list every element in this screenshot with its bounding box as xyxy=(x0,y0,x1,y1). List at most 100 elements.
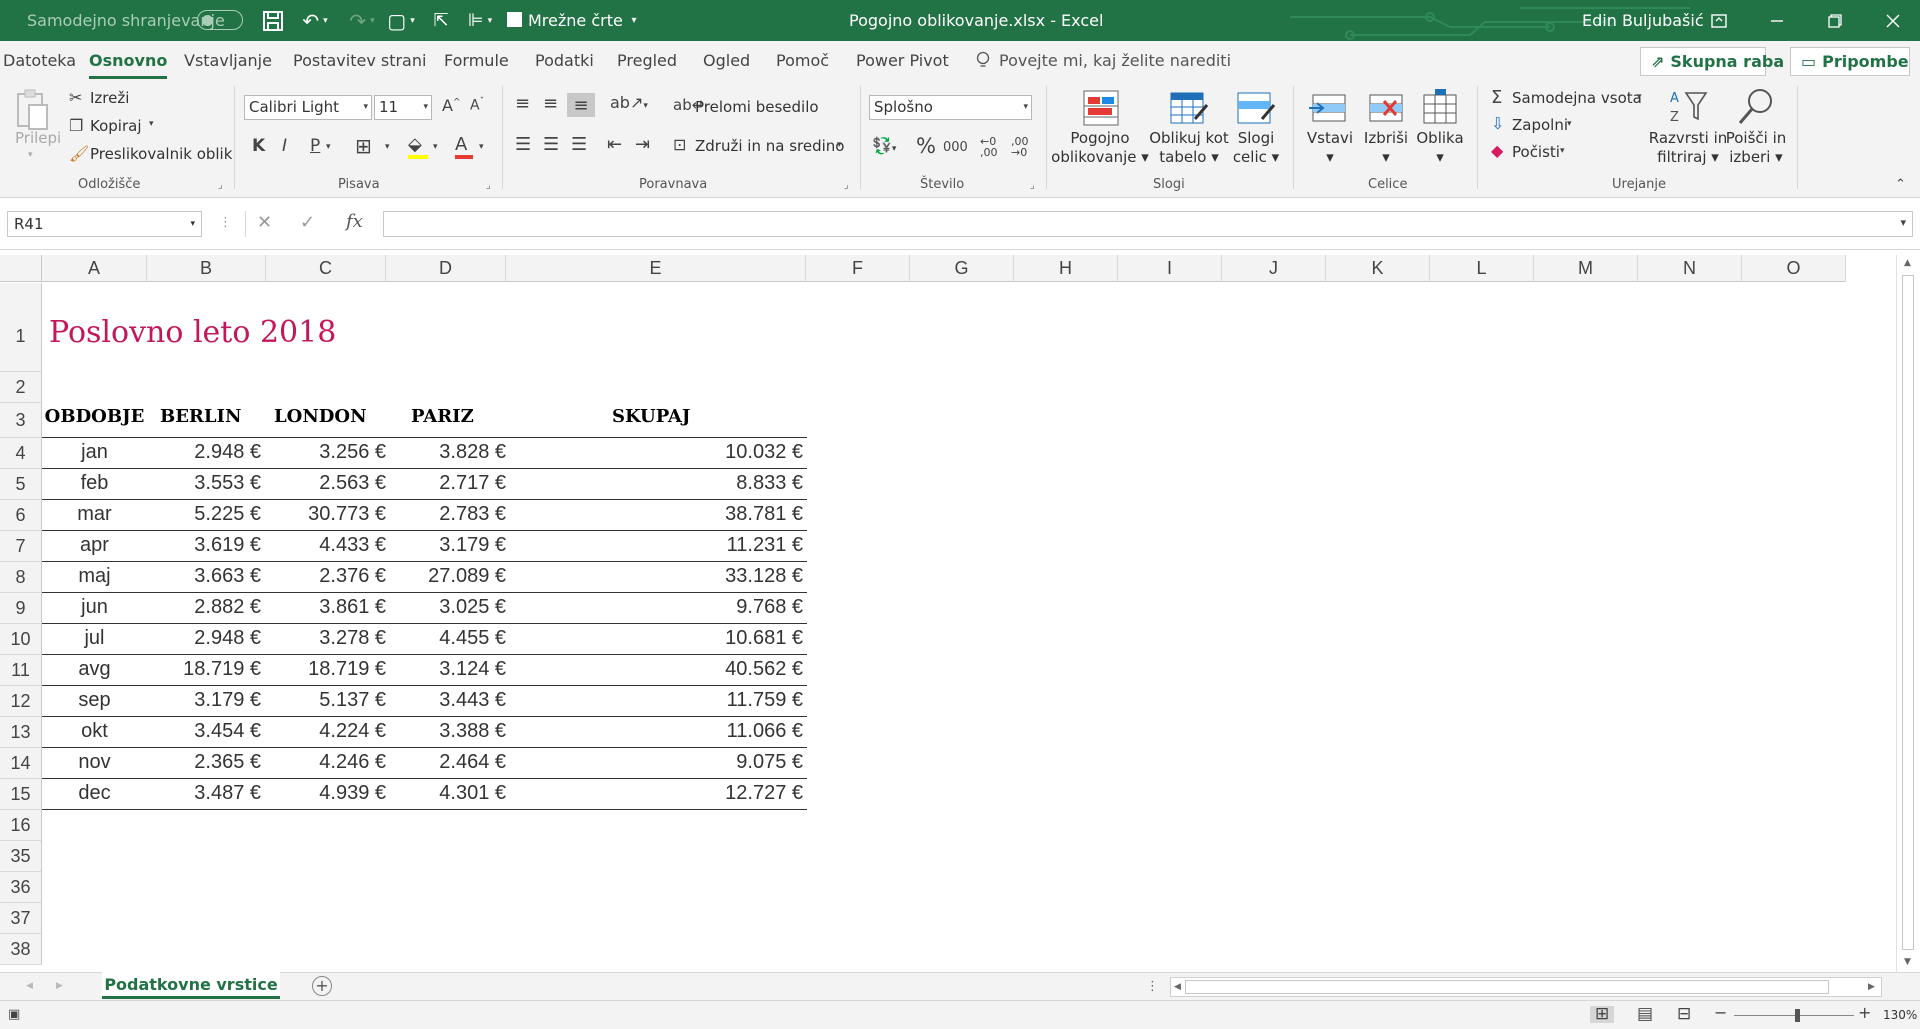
row-header[interactable]: 16 xyxy=(0,810,42,841)
select-all-corner[interactable] xyxy=(0,255,42,282)
sheet-tab-active[interactable]: Podatkovne vrstice xyxy=(102,972,280,999)
tab-power-pivot[interactable]: Power Pivot xyxy=(856,41,949,81)
column-header[interactable]: G xyxy=(910,255,1014,282)
cell-total[interactable]: 40.562 € xyxy=(506,658,803,681)
underline-dropdown-icon[interactable]: ▾ xyxy=(326,143,331,152)
cell-paris[interactable]: 3.443 € xyxy=(386,689,506,712)
conditional-formatting-button[interactable]: Pogojno oblikovanje ▾ xyxy=(1050,129,1150,167)
insert-cells-button[interactable]: Vstavi ▾ xyxy=(1300,129,1360,167)
zoom-out-icon[interactable]: − xyxy=(1714,1005,1727,1021)
cell-styles-icon[interactable] xyxy=(1236,89,1276,129)
header-total[interactable]: SKUPAJ xyxy=(612,406,690,427)
cell-total[interactable]: 33.128 € xyxy=(506,565,803,588)
tab-home[interactable]: Osnovno xyxy=(89,41,168,81)
format-cells-button[interactable]: Oblika ▾ xyxy=(1410,129,1470,167)
cell-period[interactable]: dec xyxy=(42,782,147,805)
cell-total[interactable]: 9.075 € xyxy=(506,751,803,774)
percent-icon[interactable]: % xyxy=(916,136,936,157)
cell-total[interactable]: 38.781 € xyxy=(506,503,803,526)
tell-me-box[interactable]: Povejte mi, kaj želite narediti xyxy=(975,41,1231,81)
cell-berlin[interactable]: 3.553 € xyxy=(147,472,261,495)
paste-icon[interactable] xyxy=(15,89,49,131)
align-middle-icon[interactable]: ≡ xyxy=(543,95,558,113)
cancel-icon[interactable]: ✕ xyxy=(257,212,272,238)
column-header[interactable]: M xyxy=(1534,255,1638,282)
cell-total[interactable]: 10.681 € xyxy=(506,627,803,650)
cell-period[interactable]: maj xyxy=(42,565,147,588)
row-header[interactable]: 36 xyxy=(0,872,42,903)
prev-sheet-icon[interactable]: ◀ xyxy=(26,981,33,991)
cell-total[interactable]: 8.833 € xyxy=(506,472,803,495)
cell-berlin[interactable]: 3.179 € xyxy=(147,689,261,712)
clear-dropdown-icon[interactable]: ▾ xyxy=(1560,147,1565,156)
scroll-left-icon[interactable]: ◀ xyxy=(1174,982,1181,992)
select-pointer-icon[interactable]: ⇱ xyxy=(430,0,452,41)
enter-icon[interactable]: ✓ xyxy=(300,212,315,238)
column-header[interactable]: E xyxy=(506,255,806,282)
row-header[interactable]: 8 xyxy=(0,562,42,593)
cell-london[interactable]: 4.433 € xyxy=(266,534,386,557)
row-header[interactable]: 5 xyxy=(0,469,42,500)
zoom-in-icon[interactable]: + xyxy=(1858,1005,1871,1021)
column-header[interactable]: K xyxy=(1326,255,1430,282)
row-header[interactable]: 15 xyxy=(0,779,42,810)
find-select-icon[interactable] xyxy=(1736,87,1776,127)
customize-qat-icon[interactable]: ▾ xyxy=(626,0,642,41)
macro-record-icon[interactable]: ▣ xyxy=(8,1008,20,1021)
collapse-ribbon-icon[interactable]: ⌃ xyxy=(1895,178,1906,191)
align-center-icon[interactable]: ☰ xyxy=(543,136,559,154)
comments-button[interactable]: ▭ Pripombe xyxy=(1790,47,1910,76)
align-bottom-icon[interactable]: ≡ xyxy=(567,93,595,117)
tab-help[interactable]: Pomoč xyxy=(776,41,829,81)
row-header[interactable]: 6 xyxy=(0,500,42,531)
find-select-button[interactable]: Poišči in izberi ▾ xyxy=(1716,129,1796,167)
format-cells-icon[interactable] xyxy=(1420,89,1460,129)
fill-color-icon[interactable]: ⬙ xyxy=(408,136,428,159)
cell-london[interactable]: 18.719 € xyxy=(266,658,386,681)
cell-berlin[interactable]: 2.948 € xyxy=(147,441,261,464)
clear-button[interactable]: Počisti xyxy=(1512,143,1560,161)
cell-london[interactable]: 3.861 € xyxy=(266,596,386,619)
wrap-text-button[interactable]: Prelomi besedilo xyxy=(695,98,819,116)
cell-berlin[interactable]: 2.948 € xyxy=(147,627,261,650)
cell-berlin[interactable]: 18.719 € xyxy=(147,658,261,681)
cell-london[interactable]: 2.376 € xyxy=(266,565,386,588)
autosum-dropdown-icon[interactable]: ▾ xyxy=(1637,93,1642,102)
cell-paris[interactable]: 3.828 € xyxy=(386,441,506,464)
cell-period[interactable]: mar xyxy=(42,503,147,526)
cell-london[interactable]: 4.246 € xyxy=(266,751,386,774)
column-header[interactable]: C xyxy=(266,255,386,282)
undo-icon[interactable]: ↶ ▾ xyxy=(297,0,333,41)
cell-london[interactable]: 4.224 € xyxy=(266,720,386,743)
cell-berlin[interactable]: 3.454 € xyxy=(147,720,261,743)
next-sheet-icon[interactable]: ▶ xyxy=(56,981,63,991)
column-header[interactable]: J xyxy=(1222,255,1326,282)
fill-button[interactable]: Zapolni xyxy=(1512,116,1568,134)
formula-input[interactable]: ▾ xyxy=(383,211,1913,237)
copy-label[interactable]: Kopiraj xyxy=(90,117,141,135)
format-painter-label[interactable]: Preslikovalnik oblik xyxy=(90,145,232,163)
cell-paris[interactable]: 3.025 € xyxy=(386,596,506,619)
vertical-scroll-thumb[interactable] xyxy=(1902,275,1914,950)
decrease-indent-icon[interactable]: ⇤ xyxy=(607,136,622,154)
header-berlin[interactable]: BERLIN xyxy=(160,406,241,427)
scroll-right-icon[interactable]: ▶ xyxy=(1868,982,1875,992)
font-color-dropdown-icon[interactable]: ▾ xyxy=(479,143,484,152)
column-header[interactable]: D xyxy=(386,255,506,282)
tab-page-layout[interactable]: Postavitev strani xyxy=(293,41,426,81)
row-header[interactable]: 3 xyxy=(0,403,42,438)
cell-london[interactable]: 2.563 € xyxy=(266,472,386,495)
cell-berlin[interactable]: 3.619 € xyxy=(147,534,261,557)
merge-dropdown-icon[interactable]: ▾ xyxy=(837,141,842,150)
tab-insert[interactable]: Vstavljanje xyxy=(184,41,272,81)
borders-icon[interactable]: ⊞ xyxy=(355,136,372,156)
share-button[interactable]: ⇗ Skupna raba xyxy=(1640,47,1784,76)
tab-data[interactable]: Podatki xyxy=(535,41,594,81)
row-header[interactable]: 7 xyxy=(0,531,42,562)
format-as-table-button[interactable]: Oblikuj kot tabelo ▾ xyxy=(1141,129,1237,167)
header-paris[interactable]: PARIZ xyxy=(411,406,474,427)
number-launcher-icon[interactable]: ⌟ xyxy=(1030,180,1035,191)
cell-london[interactable]: 4.939 € xyxy=(266,782,386,805)
font-name-select[interactable]: Calibri Light ▾ xyxy=(244,95,372,120)
merge-center-icon[interactable]: ⊡ xyxy=(673,137,686,153)
